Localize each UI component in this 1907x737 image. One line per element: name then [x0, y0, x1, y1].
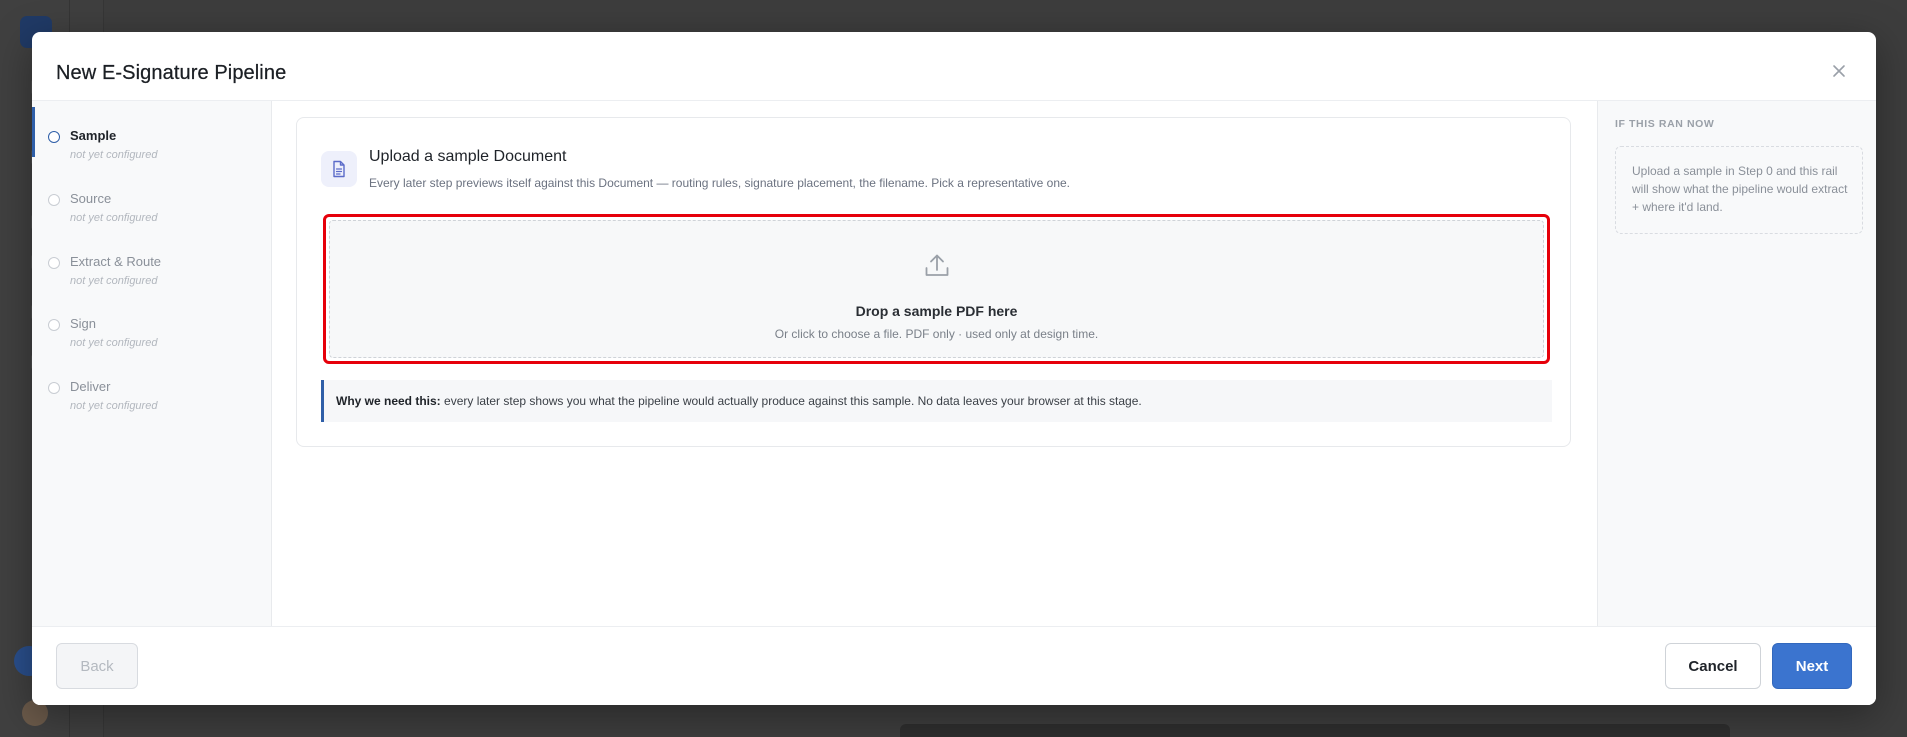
next-button[interactable]: Next	[1772, 643, 1852, 689]
steps-sidebar: Sample not yet configured Source not yet…	[32, 101, 272, 626]
dropzone-area[interactable]: Drop a sample PDF here Or click to choos…	[329, 220, 1544, 358]
step-status: not yet configured	[70, 275, 158, 287]
upload-description: Every later step previews itself against…	[369, 176, 1071, 190]
rail-placeholder-text: Upload a sample in Step 0 and this rail …	[1632, 164, 1848, 214]
modal-header: New E-Signature Pipeline	[32, 32, 1876, 100]
modal-title: New E-Signature Pipeline	[56, 62, 287, 84]
pipeline-modal: New E-Signature Pipeline Sample not yet …	[32, 32, 1876, 705]
modal-footer: Back Cancel Next	[32, 626, 1876, 705]
info-callout: Why we need this: every later step shows…	[321, 380, 1552, 422]
step-status: not yet configured	[70, 400, 158, 412]
rail-heading: IF THIS RAN NOW	[1615, 118, 1715, 130]
dropzone-title: Drop a sample PDF here	[855, 303, 1018, 319]
step-label: Sample	[70, 128, 117, 143]
preview-rail: IF THIS RAN NOW Upload a sample in Step …	[1597, 101, 1876, 626]
step-radio	[48, 319, 60, 331]
background-bar	[900, 724, 1730, 737]
step-label: Sign	[70, 316, 97, 331]
main-content: Upload a sample Document Every later ste…	[272, 101, 1597, 626]
step-radio	[48, 194, 60, 206]
step-status: not yet configured	[70, 212, 158, 224]
step-status: not yet configured	[70, 149, 158, 161]
close-icon[interactable]	[1830, 62, 1848, 80]
callout-text: Why we need this: every later step shows…	[336, 394, 1142, 408]
document-icon	[321, 151, 357, 187]
step-sign[interactable]: Sign not yet configured	[32, 289, 272, 349]
upload-card: Upload a sample Document Every later ste…	[296, 117, 1571, 447]
back-button[interactable]: Back	[56, 643, 138, 689]
upload-icon	[923, 251, 951, 279]
step-status: not yet configured	[70, 337, 158, 349]
rail-placeholder-box: Upload a sample in Step 0 and this rail …	[1615, 146, 1863, 234]
modal-body: Sample not yet configured Source not yet…	[32, 100, 1876, 626]
step-radio	[48, 257, 60, 269]
step-sample[interactable]: Sample not yet configured	[32, 101, 272, 161]
callout-label: Why we need this:	[336, 394, 441, 408]
step-label: Extract & Route	[70, 254, 162, 269]
step-label: Source	[70, 191, 112, 206]
cancel-button[interactable]: Cancel	[1665, 643, 1761, 689]
step-source[interactable]: Source not yet configured	[32, 164, 272, 224]
pdf-dropzone[interactable]: Drop a sample PDF here Or click to choos…	[323, 214, 1550, 364]
upload-title: Upload a sample Document	[369, 148, 567, 165]
step-label: Deliver	[70, 379, 111, 394]
step-deliver[interactable]: Deliver not yet configured	[32, 352, 272, 412]
step-extract-route[interactable]: Extract & Route not yet configured	[32, 227, 272, 287]
step-radio	[48, 382, 60, 394]
callout-body: every later step shows you what the pipe…	[440, 394, 1142, 408]
dropzone-subtitle: Or click to choose a file. PDF only · us…	[774, 327, 1099, 341]
step-radio	[48, 131, 60, 143]
